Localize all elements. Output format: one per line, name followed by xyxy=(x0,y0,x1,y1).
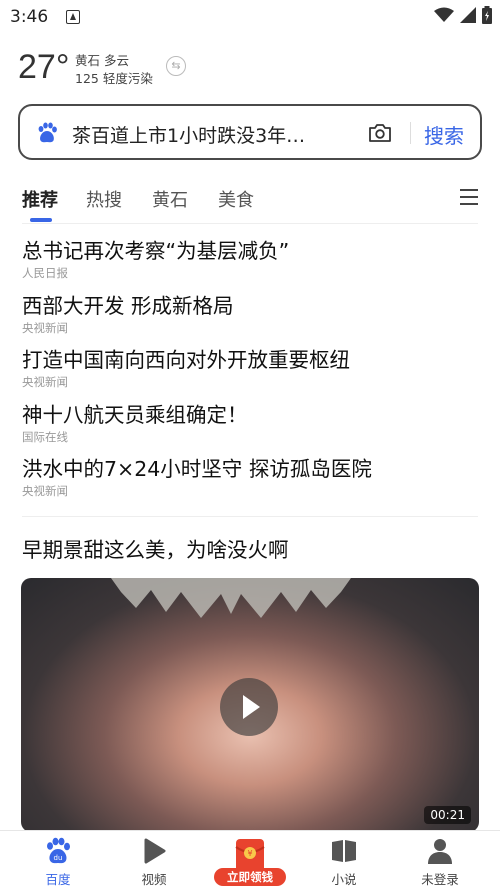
news-item[interactable]: 洪水中的7×24小时坚守 探访孤岛医院 央视新闻 xyxy=(22,454,482,509)
baidu-paw-icon: du xyxy=(47,837,70,864)
news-title[interactable]: 总书记再次考察“为基层减负” xyxy=(22,236,482,266)
weather-widget[interactable]: 27° 黄石 多云 125 轻度污染 ⇆ xyxy=(18,48,218,88)
nav-video[interactable]: 视频 xyxy=(114,831,194,888)
news-item[interactable]: 打造中国南向西向对外开放重要枢纽 央视新闻 xyxy=(22,345,482,400)
tab-recommend[interactable]: 推荐 xyxy=(22,186,58,212)
video-title[interactable]: 早期景甜这么美，为啥没火啊 xyxy=(22,533,289,563)
wifi-icon xyxy=(434,7,454,22)
book-icon xyxy=(332,840,356,862)
status-bar: 3:46 xyxy=(0,0,500,34)
nav-profile[interactable]: 未登录 xyxy=(400,831,480,888)
feed-tabs: 推荐 热搜 黄石 美食 xyxy=(22,186,482,222)
menu-icon[interactable] xyxy=(460,189,480,207)
nav-label: 百度 xyxy=(45,872,71,887)
baidu-paw-icon xyxy=(38,122,57,143)
svg-text:¥: ¥ xyxy=(247,849,252,858)
nav-label: 视频 xyxy=(141,872,167,887)
camera-icon[interactable] xyxy=(368,123,392,143)
svg-text:du: du xyxy=(54,854,63,862)
news-list: 总书记再次考察“为基层减负” 人民日报 西部大开发 形成新格局 央视新闻 打造中… xyxy=(22,236,482,509)
user-icon xyxy=(428,839,452,864)
nav-label: 小说 xyxy=(331,872,357,887)
nav-promo[interactable]: ¥ 立即领钱 xyxy=(210,831,290,888)
city-condition: 黄石 多云 xyxy=(75,53,129,68)
news-item[interactable]: 总书记再次考察“为基层减负” 人民日报 xyxy=(22,236,482,291)
bottom-nav: du 百度 视频 ¥ 立即领钱 小说 未登录 xyxy=(0,830,500,888)
play-button[interactable] xyxy=(220,678,278,736)
video-duration: 00:21 xyxy=(424,806,471,824)
status-icons xyxy=(434,6,492,24)
status-time: 3:46 xyxy=(10,7,49,27)
headdress-decoration xyxy=(111,578,351,618)
active-tab-indicator xyxy=(30,218,52,222)
promo-label: 立即领钱 xyxy=(214,868,286,886)
news-source: 央视新闻 xyxy=(22,320,68,335)
video-thumbnail[interactable]: 00:21 xyxy=(21,578,479,832)
search-divider xyxy=(410,122,411,144)
tab-food[interactable]: 美食 xyxy=(218,186,254,212)
temperature: 27° xyxy=(18,48,70,86)
news-source: 人民日报 xyxy=(22,266,68,280)
divider xyxy=(22,223,478,224)
refresh-icon[interactable]: ⇆ xyxy=(166,56,186,76)
tab-local[interactable]: 黄石 xyxy=(152,186,188,212)
news-source: 国际在线 xyxy=(22,429,68,444)
video-play-icon xyxy=(144,838,166,864)
news-source: 央视新闻 xyxy=(22,484,68,498)
divider xyxy=(22,516,478,517)
news-title[interactable]: 西部大开发 形成新格局 xyxy=(22,291,482,321)
news-item[interactable]: 神十八航天员乘组确定！ 国际在线 xyxy=(22,400,482,455)
news-item[interactable]: 西部大开发 形成新格局 央视新闻 xyxy=(22,291,482,346)
search-input[interactable]: 茶百道上市1小时跌没3年… xyxy=(72,121,305,148)
search-button[interactable]: 搜索 xyxy=(424,120,464,149)
search-bar[interactable]: 茶百道上市1小时跌没3年… 搜索 xyxy=(18,104,482,160)
news-title[interactable]: 洪水中的7×24小时坚守 探访孤岛医院 xyxy=(22,454,482,484)
nav-label: 未登录 xyxy=(421,872,459,887)
battery-icon xyxy=(482,6,492,24)
nav-novel[interactable]: 小说 xyxy=(304,831,384,888)
tab-hot-search[interactable]: 热搜 xyxy=(86,186,122,212)
news-title[interactable]: 神十八航天员乘组确定！ xyxy=(22,400,482,430)
nav-baidu[interactable]: du 百度 xyxy=(18,831,98,888)
news-source: 央视新闻 xyxy=(22,375,68,389)
signal-icon xyxy=(460,7,476,23)
notification-icon xyxy=(66,10,80,24)
news-title[interactable]: 打造中国南向西向对外开放重要枢纽 xyxy=(22,345,482,375)
air-quality: 125 轻度污染 xyxy=(75,71,153,86)
